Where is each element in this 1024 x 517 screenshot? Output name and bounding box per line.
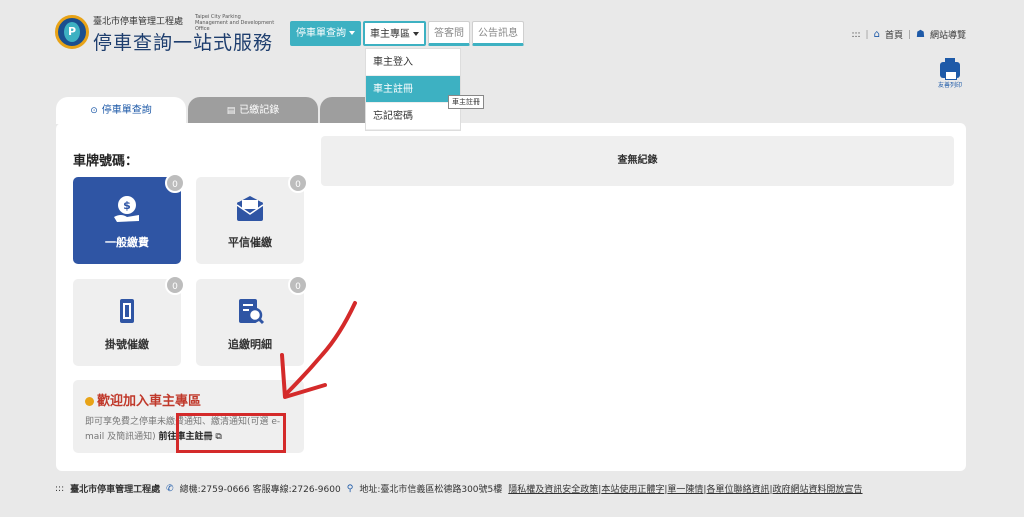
sitemap-link[interactable]: 網站導覽 [930, 28, 966, 41]
footer-org: 臺北市停車管理工程處 [70, 485, 161, 495]
annotation-arrow [280, 301, 357, 399]
tab-label: 停車單查詢 [101, 105, 152, 116]
link-traditional-chinese[interactable]: 本站使用正體字 [601, 485, 664, 495]
register-tooltip: 車主註冊 [448, 95, 484, 109]
menu-forgot-password[interactable]: 忘記密碼 [366, 103, 460, 130]
card-label: 一般繳費 [105, 236, 149, 249]
welcome-title-text: 歡迎加入車主專區 [97, 394, 202, 409]
footer: ::: 臺北市停車管理工程處 ✆ 總機:2759-0666 客服專線:2726-… [55, 482, 863, 496]
phone-icon: ✆ [166, 483, 174, 494]
registered-mail-icon [120, 299, 134, 323]
footer-phone: 總機:2759-0666 客服專線:2726-9600 [179, 485, 341, 495]
card-label: 平信催繳 [228, 236, 272, 249]
main-nav: 停車單查詢 車主專區 答客問 公告訊息 [290, 21, 526, 46]
menu-owner-register[interactable]: 車主註冊 [366, 76, 460, 103]
card-general-payment[interactable]: $ 一般繳費 0 [73, 173, 185, 264]
divider: | [865, 29, 869, 40]
count-badge: 0 [288, 275, 308, 295]
sitemap-icon: ☗ [916, 29, 925, 40]
search-icon: ⊙ [90, 106, 98, 116]
svg-text:$: $ [123, 199, 131, 212]
tab-label: 已繳記錄 [239, 105, 280, 116]
nav-announcements[interactable]: 公告訊息 [472, 21, 524, 46]
footer-dots[interactable]: ::: [55, 484, 64, 494]
nav-ticket-query[interactable]: 停車單查詢 [290, 21, 361, 46]
logo-letter: P [64, 22, 80, 42]
printer-icon [940, 58, 960, 80]
nav-owner-area[interactable]: 車主專區 [363, 21, 426, 46]
alert-icon [85, 397, 94, 406]
welcome-title: 歡迎加入車主專區 [85, 390, 292, 409]
top-utility-links: ::: | ⌂ 首頁 | ☗ 網站導覽 [851, 28, 966, 41]
nav-label: 答客問 [434, 28, 464, 39]
nav-label: 車主專區 [370, 29, 410, 40]
footer-address: 地址:臺北市信義區松德路300號5樓 [359, 485, 503, 495]
divider: | [907, 29, 912, 40]
print-label: 友善列印 [937, 82, 962, 89]
owner-area-dropdown: 車主登入 車主註冊 忘記密碼 [365, 48, 461, 131]
location-icon: ⚲ [346, 483, 354, 494]
envelope-icon [236, 196, 264, 221]
plate-number-label: 車牌號碼： [73, 154, 139, 169]
home-link[interactable]: 首頁 [885, 28, 903, 41]
org-name: 臺北市停車管理工程處 [93, 17, 184, 27]
link-open-data[interactable]: 政府網站資料開放宣告 [773, 485, 863, 495]
site-logo[interactable]: P [55, 15, 89, 49]
no-record-message: 查無紀錄 [321, 136, 954, 186]
accesskey-dots[interactable]: ::: [851, 30, 860, 40]
chevron-down-icon [413, 32, 419, 36]
link-petition[interactable]: 單一陳情 [667, 485, 703, 495]
count-badge: 0 [165, 173, 185, 193]
chevron-down-icon [349, 31, 355, 35]
count-badge: 0 [165, 275, 185, 295]
receipt-icon: ▤ [226, 106, 236, 116]
print-button[interactable]: 友善列印 [935, 58, 965, 89]
card-registered-reminder[interactable]: 掛號催繳 0 [73, 275, 185, 366]
tab-paid-records[interactable]: ▤ 已繳記錄 [188, 97, 318, 124]
card-label: 掛號催繳 [105, 338, 149, 351]
home-icon: ⌂ [873, 29, 880, 40]
link-contacts[interactable]: 各單位聯絡資訊 [706, 485, 769, 495]
nav-label: 停車單查詢 [296, 28, 346, 39]
link-privacy[interactable]: 隱私權及資訊安全政策 [508, 485, 598, 495]
annotation-highlight-box [176, 413, 286, 453]
coin-hand-icon: $ [114, 196, 139, 222]
site-title[interactable]: 停車查詢一站式服務 [93, 28, 273, 55]
count-badge: 0 [288, 173, 308, 193]
menu-owner-login[interactable]: 車主登入 [366, 49, 460, 76]
nav-faq[interactable]: 答客問 [428, 21, 470, 46]
card-mail-reminder[interactable]: 平信催繳 0 [196, 173, 308, 264]
nav-label: 公告訊息 [478, 28, 518, 39]
footer-links: 隱私權及資訊安全政策|本站使用正體字|單一陳情|各單位聯絡資訊|政府網站資料開放… [508, 485, 863, 495]
document-search-icon [239, 299, 265, 325]
tab-ticket-query[interactable]: ⊙ 停車單查詢 [56, 97, 186, 124]
